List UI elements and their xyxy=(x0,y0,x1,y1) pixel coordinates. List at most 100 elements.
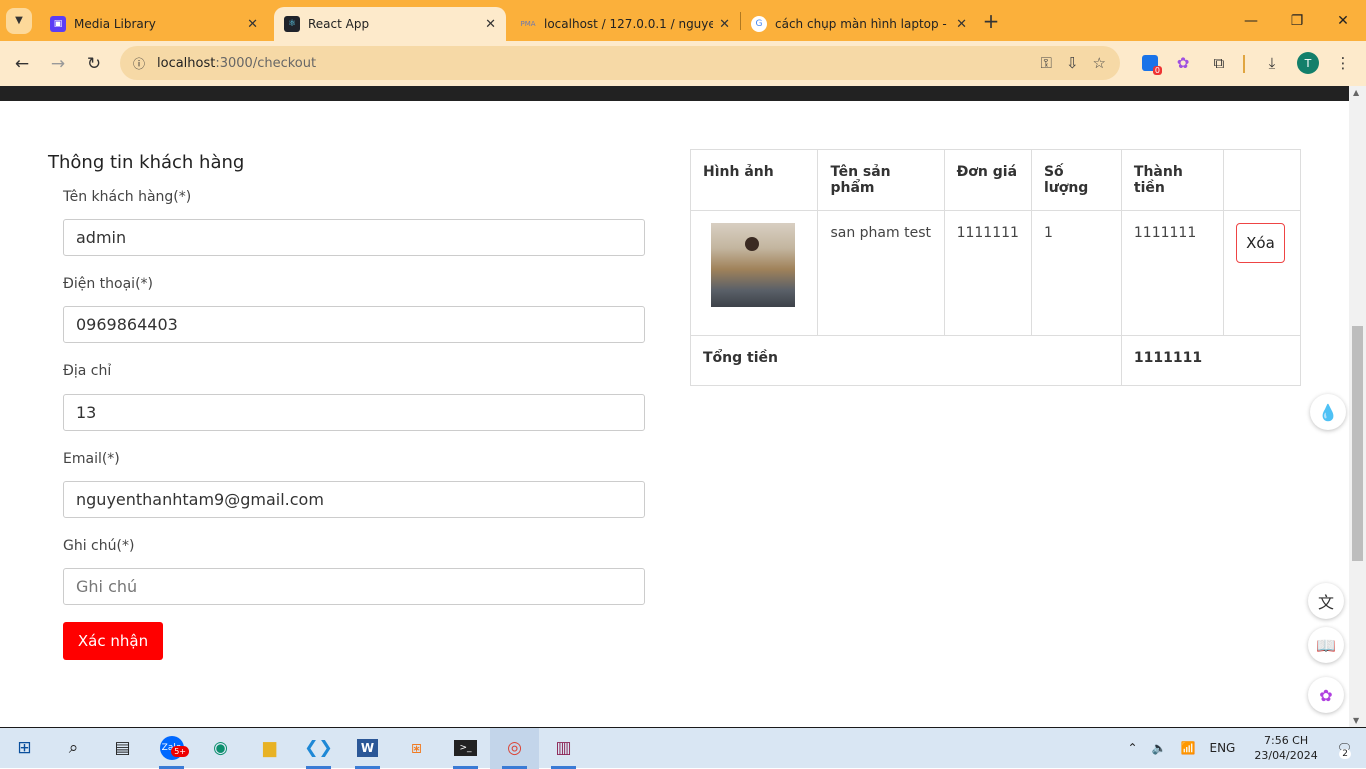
zalo-app-icon[interactable]: Zalo 5+ xyxy=(147,728,196,769)
brain-assistant-icon[interactable]: ✿ xyxy=(1308,677,1344,713)
col-header-image: Hình ảnh xyxy=(689,149,819,211)
phpmyadmin-favicon-icon: PMA xyxy=(520,20,536,28)
phone-input[interactable]: 0969864403 xyxy=(63,306,645,343)
extensions-puzzle-icon[interactable]: ⧉ xyxy=(1208,49,1230,77)
language-indicator[interactable]: ENG xyxy=(1210,741,1236,755)
install-app-icon[interactable]: ⇩ xyxy=(1066,54,1079,72)
clock-time: 7:56 CH xyxy=(1263,734,1309,747)
notification-center-icon[interactable]: 🗨 2 xyxy=(1337,741,1352,759)
note-input[interactable]: Ghi chú xyxy=(63,568,645,605)
tab-title: React App xyxy=(308,17,370,31)
browser-toolbar: ← → ↻ ⓘ localhost:3000/checkout ⚿ ⇩ ☆ 0 … xyxy=(0,41,1366,86)
water-drop-assistant-icon[interactable]: 💧 xyxy=(1310,394,1346,430)
product-price: 1111111 xyxy=(943,210,1032,336)
scrollbar-thumb[interactable] xyxy=(1352,326,1363,561)
extension-icon[interactable]: 0 xyxy=(1138,49,1162,77)
close-tab-icon[interactable]: ✕ xyxy=(956,17,967,32)
close-tab-icon[interactable]: ✕ xyxy=(719,17,730,32)
tab-media-library[interactable]: ▣ Media Library ✕ xyxy=(40,7,268,41)
edge-browser-icon[interactable]: ◉ xyxy=(196,728,245,769)
reader-mode-icon[interactable]: 📖 xyxy=(1308,627,1344,663)
phone-label: Điện thoại(*) xyxy=(63,276,153,292)
volume-icon[interactable]: 🔈 xyxy=(1152,741,1167,755)
address-bar[interactable]: ⓘ localhost:3000/checkout ⚿ ⇩ ☆ xyxy=(120,46,1120,80)
checkout-page: Thông tin khách hàng Tên khách hàng(*) a… xyxy=(0,101,1349,724)
address-input[interactable]: 13 xyxy=(63,394,645,431)
close-tab-icon[interactable]: ✕ xyxy=(247,17,258,32)
email-input[interactable]: nguyenthanhtam9@gmail.com xyxy=(63,481,645,518)
tab-phpmyadmin[interactable]: PMA localhost / 127.0.0.1 / nguyenth ✕ xyxy=(510,7,740,41)
product-subtotal: 1111111 xyxy=(1120,210,1225,336)
clock[interactable]: 7:56 CH 23/04/2024 xyxy=(1254,733,1317,763)
total-value: 1111111 xyxy=(1120,335,1302,386)
cart-table: Hình ảnh Tên sản phẩm Đơn giá Số lượng T… xyxy=(689,149,1302,386)
brain-extension-icon[interactable]: ✿ xyxy=(1172,49,1194,77)
total-row: Tổng tiền 1111111 xyxy=(690,335,1302,386)
react-favicon-icon: ⚛ xyxy=(284,16,300,32)
delete-button[interactable]: Xóa xyxy=(1236,223,1285,263)
col-header-unit-price: Đơn giá xyxy=(943,149,1032,211)
tab-search-button[interactable]: ▼ xyxy=(6,7,32,34)
zalo-badge: 5+ xyxy=(171,745,189,757)
chrome-icon[interactable]: ◎ xyxy=(490,727,539,769)
tab-title: localhost / 127.0.0.1 / nguyenth xyxy=(544,17,714,31)
col-header-product-name: Tên sản phẩm xyxy=(817,149,945,211)
start-windows-icon[interactable]: ⊞ xyxy=(0,728,49,769)
password-key-icon[interactable]: ⚿ xyxy=(1041,54,1052,72)
back-button[interactable]: ← xyxy=(4,54,40,74)
xampp-icon[interactable]: ⧆ xyxy=(392,728,441,769)
table-row: san pham test 1111111 1 1111111 Xóa xyxy=(689,210,1301,336)
file-explorer-icon[interactable]: ▆ xyxy=(245,728,294,769)
forward-button[interactable]: → xyxy=(40,54,76,74)
translate-icon[interactable]: 文 xyxy=(1308,583,1344,619)
col-header-actions xyxy=(1223,149,1301,211)
product-image xyxy=(711,223,795,307)
browser-tabbar: ▼ ▣ Media Library ✕ ⚛ React App ✕ PMA lo… xyxy=(0,0,1366,41)
minimize-button[interactable]: — xyxy=(1228,13,1274,29)
word-icon[interactable]: W xyxy=(343,728,392,769)
page-scrollbar[interactable]: ▲ ▼ xyxy=(1349,86,1366,727)
tab-google-search[interactable]: G cách chụp màn hình laptop - T ✕ xyxy=(741,7,977,41)
close-tab-icon[interactable]: ✕ xyxy=(485,17,496,32)
new-tab-button[interactable]: + xyxy=(977,9,1005,33)
restore-button[interactable]: ❐ xyxy=(1274,13,1320,29)
actions-cell: Xóa xyxy=(1223,210,1301,336)
toolbar-divider xyxy=(1243,55,1245,73)
system-tray: ⌃ 🔈 📶 ENG 7:56 CH 23/04/2024 🗨 2 xyxy=(1121,733,1366,763)
browser-menu-icon[interactable]: ⋮ xyxy=(1332,49,1354,77)
close-window-button[interactable]: ✕ xyxy=(1320,13,1366,29)
terminal-icon[interactable]: >_ xyxy=(441,728,490,769)
tab-react-app[interactable]: ⚛ React App ✕ xyxy=(274,7,506,41)
search-icon[interactable]: ⌕ xyxy=(49,728,98,769)
customer-name-input[interactable]: admin xyxy=(63,219,645,256)
col-header-subtotal: Thành tiền xyxy=(1120,149,1225,211)
reload-button[interactable]: ↻ xyxy=(76,54,112,74)
note-label: Ghi chú(*) xyxy=(63,538,135,554)
product-name: san pham test xyxy=(817,210,945,336)
profile-avatar[interactable]: T xyxy=(1296,49,1320,77)
customer-name-label: Tên khách hàng(*) xyxy=(63,189,192,205)
clock-date: 23/04/2024 xyxy=(1254,749,1318,762)
site-info-icon[interactable]: ⓘ xyxy=(128,52,150,74)
downloads-icon[interactable]: ⤓ xyxy=(1260,49,1284,77)
tab-title: Media Library xyxy=(74,17,156,31)
email-label: Email(*) xyxy=(63,451,120,467)
task-view-icon[interactable]: ▤ xyxy=(98,728,147,769)
extension-badge: 0 xyxy=(1152,66,1162,75)
scroll-up-icon[interactable]: ▲ xyxy=(1353,88,1359,97)
tab-title: cách chụp màn hình laptop - T xyxy=(775,17,951,31)
google-favicon-icon: G xyxy=(751,16,767,32)
confirm-button[interactable]: Xác nhận xyxy=(63,622,163,660)
window-controls: — ❐ ✕ xyxy=(1228,13,1366,29)
network-icon[interactable]: 📶 xyxy=(1181,741,1196,755)
winrar-icon[interactable]: ▥ xyxy=(539,728,588,769)
media-library-favicon-icon: ▣ xyxy=(50,16,66,32)
scroll-down-icon[interactable]: ▼ xyxy=(1353,716,1359,725)
tray-expand-icon[interactable]: ⌃ xyxy=(1128,741,1138,755)
col-header-quantity: Số lượng xyxy=(1030,149,1122,211)
cart-header-row: Hình ảnh Tên sản phẩm Đơn giá Số lượng T… xyxy=(689,149,1301,211)
bookmark-star-icon[interactable]: ☆ xyxy=(1093,54,1106,72)
url-text: localhost:3000/checkout xyxy=(157,55,317,71)
site-header-bar xyxy=(0,86,1349,101)
vscode-icon[interactable]: ❮❯ xyxy=(294,728,343,769)
